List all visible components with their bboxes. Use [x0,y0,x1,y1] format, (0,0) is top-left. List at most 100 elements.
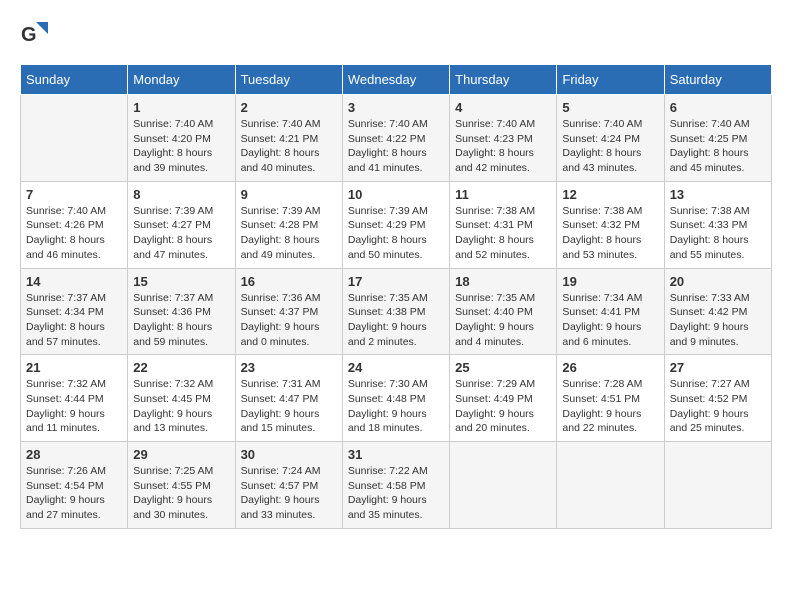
day-info: Sunrise: 7:37 AM Sunset: 4:36 PM Dayligh… [133,291,229,350]
day-info: Sunrise: 7:30 AM Sunset: 4:48 PM Dayligh… [348,377,444,436]
calendar-cell: 6Sunrise: 7:40 AM Sunset: 4:25 PM Daylig… [664,95,771,182]
calendar-cell: 12 Sunrise: 7:38 AM Sunset: 4:32 PM Dayli… [557,181,664,268]
day-info: Sunrise: 7:22 AM Sunset: 4:58 PM Dayligh… [348,464,444,523]
day-info: Sunrise: 7:40 AM Sunset: 4:24 PM Dayligh… [562,117,658,176]
day-info: Sunrise: 7:32 AM Sunset: 4:45 PM Dayligh… [133,377,229,436]
day-number: 11 [455,187,551,202]
calendar-cell: 9 Sunrise: 7:39 AM Sunset: 4:28 PM Daylig… [235,181,342,268]
day-number: 28 [26,447,122,462]
day-info: Sunrise: 7:40 AM Sunset: 4:21 PM Dayligh… [241,117,337,176]
calendar-row: 1 Sunrise: 7:40 AM Sunset: 4:20 PM Daylig… [21,95,772,182]
calendar-cell [557,442,664,529]
day-info: Sunrise: 7:40 AM Sunset: 4:26 PM Dayligh… [26,204,122,263]
day-info: Sunrise: 7:40 AM Sunset: 4:20 PM Dayligh… [133,117,229,176]
calendar-row: 14Sunrise: 7:37 AM Sunset: 4:34 PM Dayli… [21,268,772,355]
weekday-header: Saturday [664,65,771,95]
calendar-cell: 3Sunrise: 7:40 AM Sunset: 4:22 PM Daylig… [342,95,449,182]
calendar-cell [450,442,557,529]
day-number: 7 [26,187,122,202]
day-info: Sunrise: 7:40 AM Sunset: 4:23 PM Dayligh… [455,117,551,176]
day-number: 20 [670,274,766,289]
calendar-cell: 29Sunrise: 7:25 AM Sunset: 4:55 PM Dayli… [128,442,235,529]
day-number: 15 [133,274,229,289]
day-info: Sunrise: 7:29 AM Sunset: 4:49 PM Dayligh… [455,377,551,436]
calendar-cell: 11 Sunrise: 7:38 AM Sunset: 4:31 PM Dayli… [450,181,557,268]
day-info: Sunrise: 7:39 AM Sunset: 4:27 PM Dayligh… [133,204,229,263]
day-number: 12 [562,187,658,202]
day-info: Sunrise: 7:35 AM Sunset: 4:38 PM Dayligh… [348,291,444,350]
day-info: Sunrise: 7:34 AM Sunset: 4:41 PM Dayligh… [562,291,658,350]
day-number: 23 [241,360,337,375]
logo-icon: G [20,20,48,48]
day-number: 16 [241,274,337,289]
day-info: Sunrise: 7:24 AM Sunset: 4:57 PM Dayligh… [241,464,337,523]
calendar-cell: 14Sunrise: 7:37 AM Sunset: 4:34 PM Dayli… [21,268,128,355]
day-info: Sunrise: 7:37 AM Sunset: 4:34 PM Dayligh… [26,291,122,350]
day-info: Sunrise: 7:35 AM Sunset: 4:40 PM Dayligh… [455,291,551,350]
day-info: Sunrise: 7:38 AM Sunset: 4:32 PM Dayligh… [562,204,658,263]
day-number: 25 [455,360,551,375]
calendar-cell: 24 Sunrise: 7:30 AM Sunset: 4:48 PM Dayli… [342,355,449,442]
day-number: 27 [670,360,766,375]
calendar-cell: 10 Sunrise: 7:39 AM Sunset: 4:29 PM Dayli… [342,181,449,268]
calendar-cell: 23Sunrise: 7:31 AM Sunset: 4:47 PM Dayli… [235,355,342,442]
calendar-cell: 18Sunrise: 7:35 AM Sunset: 4:40 PM Dayli… [450,268,557,355]
calendar-cell: 15 Sunrise: 7:37 AM Sunset: 4:36 PM Dayli… [128,268,235,355]
calendar-cell: 22 Sunrise: 7:32 AM Sunset: 4:45 PM Dayli… [128,355,235,442]
weekday-header: Friday [557,65,664,95]
weekday-header: Wednesday [342,65,449,95]
header-row: SundayMondayTuesdayWednesdayThursdayFrid… [21,65,772,95]
day-number: 5 [562,100,658,115]
weekday-header: Thursday [450,65,557,95]
calendar-row: 21 Sunrise: 7:32 AM Sunset: 4:44 PM Dayli… [21,355,772,442]
day-number: 9 [241,187,337,202]
day-number: 22 [133,360,229,375]
day-number: 31 [348,447,444,462]
day-info: Sunrise: 7:27 AM Sunset: 4:52 PM Dayligh… [670,377,766,436]
calendar-cell: 17Sunrise: 7:35 AM Sunset: 4:38 PM Dayli… [342,268,449,355]
day-info: Sunrise: 7:39 AM Sunset: 4:29 PM Dayligh… [348,204,444,263]
day-info: Sunrise: 7:32 AM Sunset: 4:44 PM Dayligh… [26,377,122,436]
day-info: Sunrise: 7:40 AM Sunset: 4:25 PM Dayligh… [670,117,766,176]
calendar-cell [21,95,128,182]
page-header: G [20,20,772,48]
day-number: 24 [348,360,444,375]
calendar-table: SundayMondayTuesdayWednesdayThursdayFrid… [20,64,772,529]
calendar-cell: 16 Sunrise: 7:36 AM Sunset: 4:37 PM Dayli… [235,268,342,355]
day-info: Sunrise: 7:28 AM Sunset: 4:51 PM Dayligh… [562,377,658,436]
weekday-header: Tuesday [235,65,342,95]
day-info: Sunrise: 7:33 AM Sunset: 4:42 PM Dayligh… [670,291,766,350]
day-number: 21 [26,360,122,375]
calendar-cell: 7 Sunrise: 7:40 AM Sunset: 4:26 PM Daylig… [21,181,128,268]
calendar-cell: 21 Sunrise: 7:32 AM Sunset: 4:44 PM Dayli… [21,355,128,442]
calendar-cell: 25 Sunrise: 7:29 AM Sunset: 4:49 PM Dayli… [450,355,557,442]
weekday-header: Monday [128,65,235,95]
calendar-body: 1 Sunrise: 7:40 AM Sunset: 4:20 PM Daylig… [21,95,772,529]
day-number: 8 [133,187,229,202]
day-number: 19 [562,274,658,289]
calendar-cell: 4Sunrise: 7:40 AM Sunset: 4:23 PM Daylig… [450,95,557,182]
calendar-cell: 31 Sunrise: 7:22 AM Sunset: 4:58 PM Dayli… [342,442,449,529]
day-info: Sunrise: 7:40 AM Sunset: 4:22 PM Dayligh… [348,117,444,176]
calendar-cell: 5 Sunrise: 7:40 AM Sunset: 4:24 PM Daylig… [557,95,664,182]
day-number: 10 [348,187,444,202]
calendar-cell: 1 Sunrise: 7:40 AM Sunset: 4:20 PM Daylig… [128,95,235,182]
day-info: Sunrise: 7:25 AM Sunset: 4:55 PM Dayligh… [133,464,229,523]
svg-text:G: G [21,24,37,46]
calendar-cell: 26 Sunrise: 7:28 AM Sunset: 4:51 PM Dayli… [557,355,664,442]
day-number: 13 [670,187,766,202]
weekday-header: Sunday [21,65,128,95]
day-number: 26 [562,360,658,375]
day-info: Sunrise: 7:39 AM Sunset: 4:28 PM Dayligh… [241,204,337,263]
day-number: 1 [133,100,229,115]
day-info: Sunrise: 7:26 AM Sunset: 4:54 PM Dayligh… [26,464,122,523]
day-info: Sunrise: 7:36 AM Sunset: 4:37 PM Dayligh… [241,291,337,350]
day-info: Sunrise: 7:38 AM Sunset: 4:31 PM Dayligh… [455,204,551,263]
calendar-row: 7 Sunrise: 7:40 AM Sunset: 4:26 PM Daylig… [21,181,772,268]
day-number: 30 [241,447,337,462]
day-number: 2 [241,100,337,115]
calendar-cell: 28 Sunrise: 7:26 AM Sunset: 4:54 PM Dayli… [21,442,128,529]
calendar-cell: 27 Sunrise: 7:27 AM Sunset: 4:52 PM Dayli… [664,355,771,442]
calendar-cell: 13Sunrise: 7:38 AM Sunset: 4:33 PM Dayli… [664,181,771,268]
calendar-cell: 20 Sunrise: 7:33 AM Sunset: 4:42 PM Dayli… [664,268,771,355]
